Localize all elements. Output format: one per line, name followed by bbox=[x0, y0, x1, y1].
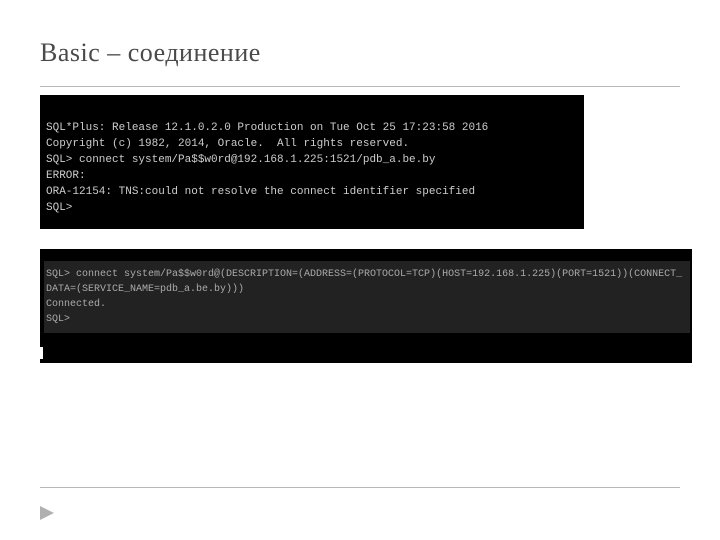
play-icon bbox=[40, 506, 54, 520]
terminal-line: ERROR: bbox=[46, 169, 578, 185]
terminal-line: SQL*Plus: Release 12.1.0.2.0 Production … bbox=[46, 121, 578, 137]
terminal-output-1: SQL*Plus: Release 12.1.0.2.0 Production … bbox=[40, 95, 584, 229]
terminal-line: SQL> connect system/Pa$$w0rd@(DESCRIPTIO… bbox=[46, 267, 688, 297]
slide-title: Basic – соединение bbox=[40, 38, 680, 68]
terminal-output-2: SQL> connect system/Pa$$w0rd@(DESCRIPTIO… bbox=[44, 261, 690, 333]
terminal-line: Copyright (c) 1982, 2014, Oracle. All ri… bbox=[46, 137, 578, 153]
terminal-line: ORA-12154: TNS:could not resolve the con… bbox=[46, 185, 578, 201]
terminal-output-2-wrapper: SQL> connect system/Pa$$w0rd@(DESCRIPTIO… bbox=[40, 249, 692, 363]
terminal-line: SQL> connect system/Pa$$w0rd@192.168.1.2… bbox=[46, 153, 578, 169]
terminal-line: Connected. bbox=[46, 297, 688, 312]
slide-content: Basic – соединение SQL*Plus: Release 12.… bbox=[0, 0, 720, 540]
cursor-icon bbox=[40, 347, 43, 359]
terminal-line: SQL> bbox=[46, 312, 688, 327]
terminal-line: SQL> bbox=[46, 201, 578, 217]
title-divider bbox=[40, 86, 680, 87]
bottom-divider bbox=[40, 487, 680, 488]
